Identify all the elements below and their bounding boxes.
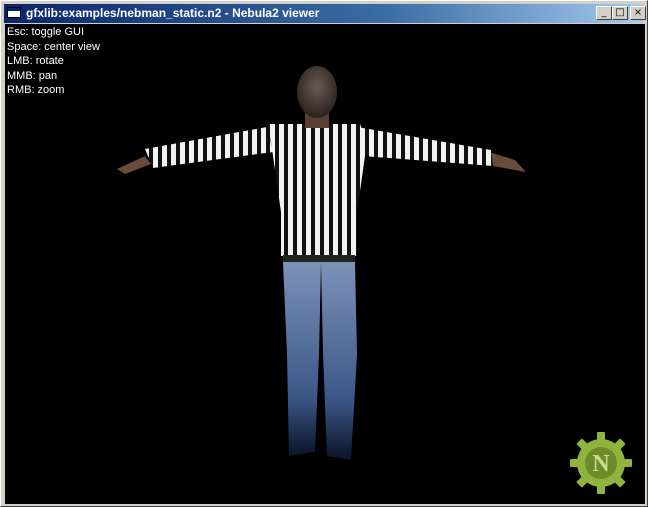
maximize-button[interactable]: □ [612, 6, 628, 20]
close-button[interactable]: × [630, 6, 646, 20]
character-model [117, 66, 526, 460]
striped-shirt [267, 124, 367, 256]
logo-letter: N [592, 451, 610, 477]
belt [283, 255, 355, 263]
right-leg [321, 262, 357, 460]
help-line-zoom: RMB: zoom [7, 84, 65, 96]
left-sleeve [145, 127, 273, 168]
help-line-gui: Esc: toggle GUI [7, 26, 85, 38]
window-title: gfxlib:examples/nebman_static.n2 - Nebul… [26, 6, 320, 20]
left-hand [117, 156, 151, 174]
left-leg [283, 262, 321, 456]
minimize-button[interactable]: _ [596, 6, 612, 20]
help-line-center: Space: center view [7, 40, 100, 53]
nebula-gear-logo-icon: N [570, 432, 632, 494]
right-hand [489, 152, 526, 172]
help-line-rotate: LMB: rotate [7, 55, 64, 67]
head [297, 66, 337, 118]
right-sleeve [357, 127, 493, 166]
help-line-pan: MMB: pan [7, 69, 58, 82]
help-overlay: Esc: toggle GUI Space: center view LMB: … [7, 25, 100, 98]
app-window: gfxlib:examples/nebman_static.n2 - Nebul… [0, 0, 648, 507]
title-bar[interactable]: gfxlib:examples/nebman_static.n2 - Nebul… [4, 4, 646, 23]
3d-viewport[interactable]: Esc: toggle GUI Space: center view LMB: … [5, 24, 645, 504]
app-window-icon[interactable] [7, 7, 21, 18]
